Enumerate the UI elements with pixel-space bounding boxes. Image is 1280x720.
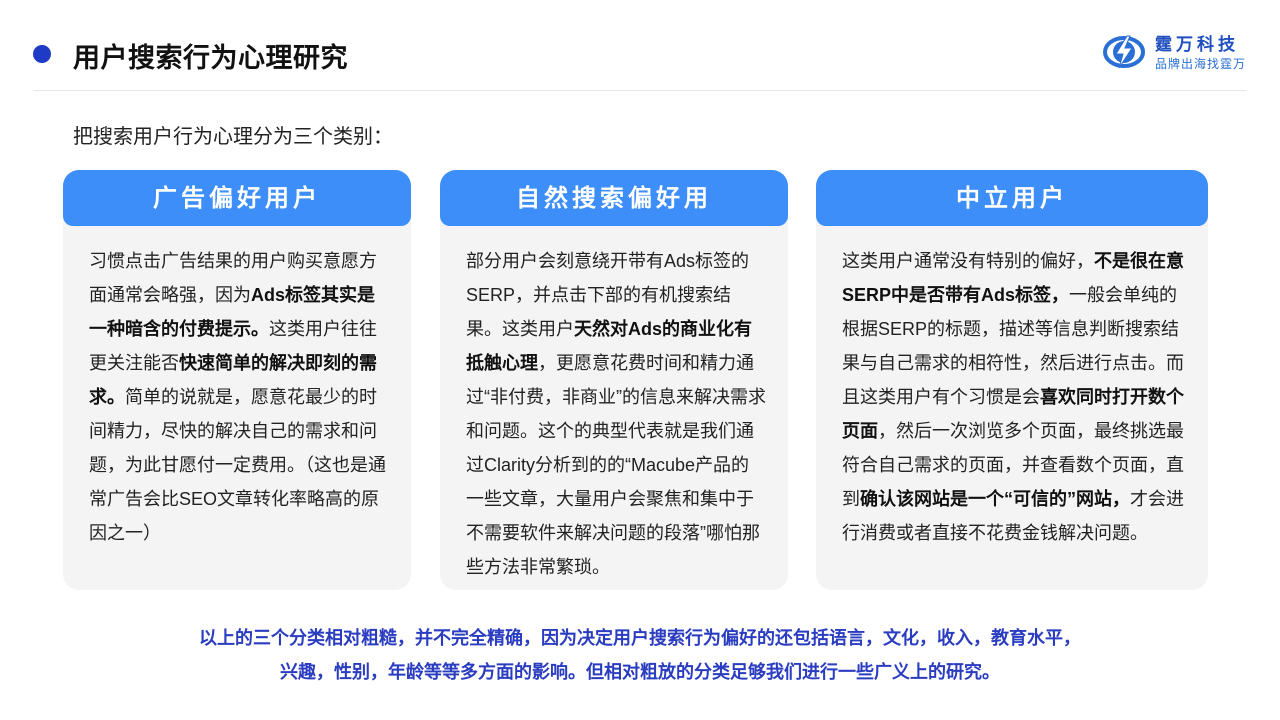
card-body-text: 这类用户通常没有特别的偏好， — [842, 251, 1094, 271]
lightning-bolt-icon — [1103, 35, 1145, 69]
card-organic-preference: 自然搜索偏好用 部分用户会刻意绕开带有Ads标签的SERP，并点击下部的有机搜索… — [440, 170, 788, 590]
card-ad-preference: 广告偏好用户 习惯点击广告结果的用户购买意愿方面通常会略强，因为Ads标签其实是… — [63, 170, 411, 590]
summary-line-1: 以上的三个分类相对粗糙，并不完全精确，因为决定用户搜索行为偏好的还包括语言，文化… — [199, 628, 1081, 648]
intro-text: 把搜索用户行为心理分为三个类别： — [73, 126, 393, 148]
card-body: 部分用户会刻意绕开带有Ads标签的SERP，并点击下部的有机搜索结果。这类用户天… — [466, 244, 766, 584]
card-body-emphasis: 确认该网站是一个“可信的”网站， — [860, 489, 1130, 509]
header-divider — [33, 90, 1247, 91]
brand-slogan: 品牌出海找霆万 — [1155, 57, 1247, 71]
page-title: 用户搜索行为心理研究 — [73, 43, 348, 73]
card-body-text: ，更愿意花费时间和精力通过“非付费，非商业”的信息来解决需求和问题。这个的典型代… — [466, 353, 766, 577]
card-title: 广告偏好用户 — [63, 170, 411, 226]
brand-logo: 霆万科技 品牌出海找霆万 — [1103, 30, 1263, 74]
card-body-text: 简单的说就是，愿意花最少的时间精力，尽快的解决自己的需求和问题，为此甘愿付一定费… — [89, 387, 386, 543]
brand-name: 霆万科技 — [1155, 35, 1239, 54]
card-neutral-users: 中立用户 这类用户通常没有特别的偏好，不是很在意SERP中是否带有Ads标签，一… — [816, 170, 1208, 590]
title-bullet-dot — [33, 45, 51, 63]
card-body: 这类用户通常没有特别的偏好，不是很在意SERP中是否带有Ads标签，一般会单纯的… — [842, 244, 1186, 550]
card-title: 中立用户 — [816, 170, 1208, 226]
card-body: 习惯点击广告结果的用户购买意愿方面通常会略强，因为Ads标签其实是一种暗含的付费… — [89, 244, 389, 550]
card-title: 自然搜索偏好用 — [440, 170, 788, 226]
summary-line-2: 兴趣，性别，年龄等等多方面的影响。但相对粗放的分类足够我们进行一些广义上的研究。 — [280, 662, 1000, 682]
